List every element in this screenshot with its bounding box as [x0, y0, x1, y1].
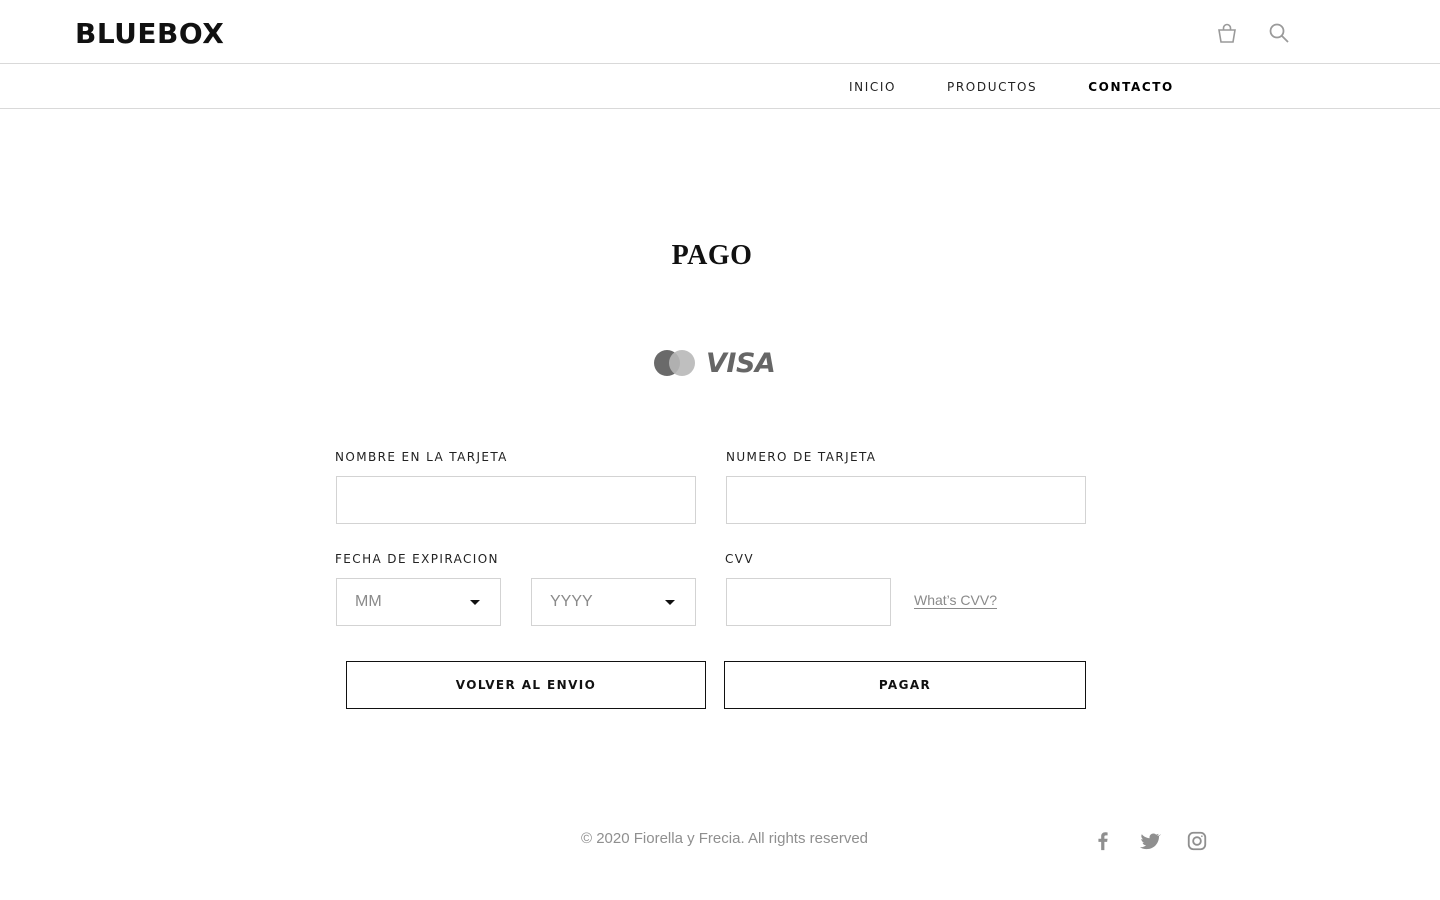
expiry-month-placeholder: MM — [355, 593, 382, 610]
card-number-label: NUMERO DE TARJETA — [726, 450, 877, 464]
nav-item-productos[interactable]: PRODUCTOS — [947, 80, 1037, 94]
nav-links: INICIO PRODUCTOS CONTACTO — [849, 64, 1225, 109]
cvv-help-link[interactable]: What’s CVV? — [914, 592, 997, 608]
visa-logo: VISA — [706, 347, 776, 379]
card-name-input[interactable] — [336, 476, 696, 524]
main-nav: INICIO PRODUCTOS CONTACTO — [0, 64, 1440, 109]
header-icons — [1214, 20, 1292, 46]
cvv-label: CVV — [725, 552, 754, 566]
expiry-year-placeholder: YYYY — [550, 593, 593, 610]
expiry-month-select[interactable]: MM — [336, 578, 501, 626]
social-links — [1090, 828, 1210, 854]
nav-item-inicio[interactable]: INICIO — [849, 80, 896, 94]
expiry-year-select[interactable]: YYYY — [531, 578, 696, 626]
expiry-label: FECHA DE EXPIRACION — [335, 552, 499, 566]
nav-item-contacto[interactable]: CONTACTO — [1088, 80, 1174, 94]
card-number-input[interactable] — [726, 476, 1086, 524]
back-to-shipping-button[interactable]: VOLVER AL ENVIO — [346, 661, 706, 709]
chevron-down-icon — [665, 599, 675, 605]
facebook-icon[interactable] — [1090, 828, 1116, 854]
page-title: PAGO — [671, 240, 753, 271]
footer-copyright: © 2020 Fiorella y Frecia. All rights res… — [581, 830, 868, 847]
twitter-icon[interactable] — [1137, 828, 1163, 854]
search-icon[interactable] — [1266, 20, 1292, 46]
cvv-input[interactable] — [726, 578, 891, 626]
brand-logo[interactable]: BLUEBOX — [75, 17, 224, 50]
pay-button[interactable]: PAGAR — [724, 661, 1086, 709]
payment-page: BLUEBOX INICIO PRODUCTOS CONTACTO PAGO V… — [0, 0, 1440, 900]
mastercard-icon — [654, 350, 696, 376]
top-header: BLUEBOX — [0, 0, 1440, 64]
shopping-bag-icon[interactable] — [1214, 20, 1240, 46]
instagram-icon[interactable] — [1184, 828, 1210, 854]
card-name-label: NOMBRE EN LA TARJETA — [335, 450, 508, 464]
card-logos: VISA — [654, 345, 776, 381]
chevron-down-icon — [470, 599, 480, 605]
